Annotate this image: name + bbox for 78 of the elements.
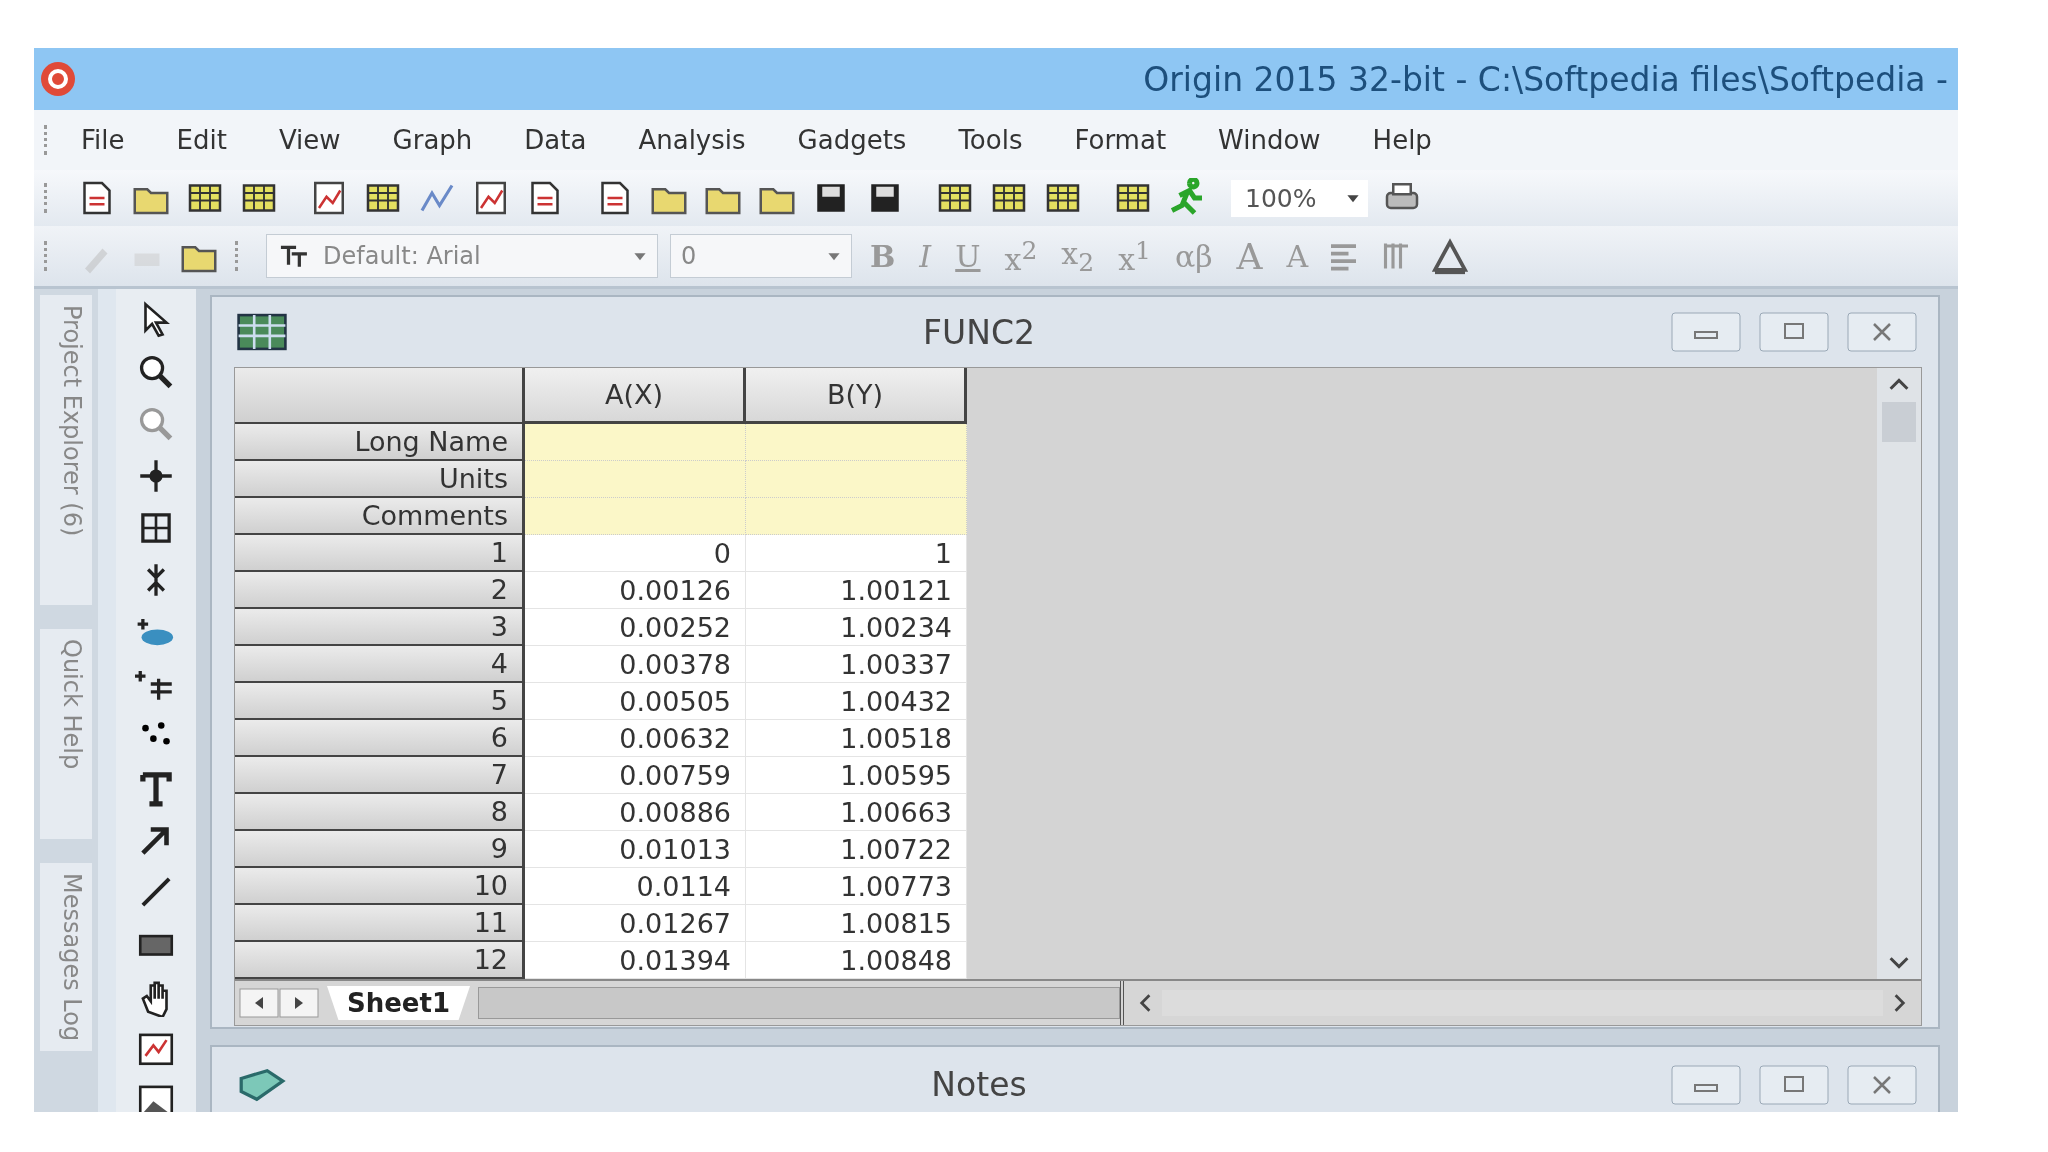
window-title: Origin 2015 32-bit - C:\Softpedia files\Softpedia - [1143, 59, 1948, 99]
table-cell: 1.00815 [746, 905, 967, 942]
label-cell[interactable] [525, 424, 746, 461]
table-cell: 1.00773 [746, 868, 967, 905]
row-header[interactable]: 5 [235, 683, 525, 720]
table-cell: 1.00848 [746, 942, 967, 979]
row-header[interactable]: 11 [235, 905, 525, 942]
label-cell[interactable] [746, 461, 967, 498]
app-logo-icon [38, 59, 78, 99]
window-title: FUNC2 [922, 312, 1036, 352]
label-cell[interactable] [525, 461, 746, 498]
menu-item[interactable]: View [260, 121, 359, 159]
table-cell: 1.00518 [746, 720, 967, 757]
row-header[interactable]: 4 [235, 646, 525, 683]
menu-item[interactable]: Edit [158, 121, 245, 159]
label-cell[interactable] [525, 498, 746, 535]
table-cell: 0.00886 [525, 794, 746, 831]
minimize-button[interactable] [1670, 312, 1742, 352]
window-title: Notes [930, 1065, 1028, 1104]
row-header[interactable]: 3 [235, 609, 525, 646]
row-header[interactable]: 1 [235, 535, 525, 572]
table-cell: 0.01394 [525, 942, 746, 979]
maximize-button[interactable] [1758, 312, 1830, 352]
table-cell: 0.00505 [525, 683, 746, 720]
row-header[interactable]: Long Name [235, 424, 525, 461]
table-cell: 0.00759 [525, 757, 746, 794]
row-header[interactable]: Units [235, 461, 525, 498]
table-cell: 1.00722 [746, 831, 967, 868]
sheet-tab[interactable]: Sheet1 [327, 986, 471, 1020]
menu-item[interactable]: Window [1200, 121, 1339, 159]
menu-item[interactable]: Gadgets [779, 121, 925, 159]
menu-item[interactable]: Format [1056, 121, 1185, 159]
menu-item[interactable]: Analysis [620, 121, 764, 159]
previous-sheet-button[interactable] [239, 988, 279, 1018]
column-header[interactable]: B(Y) [746, 368, 967, 424]
maximize-button[interactable] [1758, 1065, 1830, 1105]
table-cell: 0.00126 [525, 572, 746, 609]
column-header[interactable]: A(X) [525, 368, 746, 424]
row-header[interactable]: 7 [235, 757, 525, 794]
menu-item[interactable]: File [63, 121, 143, 159]
menu-item[interactable]: Data [506, 121, 605, 159]
table-cell: 0.00378 [525, 646, 746, 683]
row-header[interactable]: 2 [235, 572, 525, 609]
table-cell: 1.00663 [746, 794, 967, 831]
label-cell[interactable] [746, 424, 967, 461]
row-header[interactable]: Comments [235, 498, 525, 535]
scroll-right-icon[interactable] [1893, 992, 1907, 1014]
row-header[interactable]: 12 [235, 942, 525, 979]
row-header[interactable]: 9 [235, 831, 525, 868]
table-cell: 0 [525, 535, 746, 572]
table-cell: 1.00234 [746, 609, 967, 646]
table-cell: 0.0114 [525, 868, 746, 905]
next-sheet-button[interactable] [279, 988, 319, 1018]
table-cell: 1.00337 [746, 646, 967, 683]
label-cell[interactable] [746, 498, 967, 535]
close-button[interactable] [1846, 1065, 1918, 1105]
menu-item[interactable]: Tools [940, 121, 1041, 159]
table-cell: 0.01267 [525, 905, 746, 942]
table-cell: 0.01013 [525, 831, 746, 868]
table-cell: 1.00432 [746, 683, 967, 720]
scroll-down-icon[interactable] [1887, 955, 1911, 971]
table-cell: 1.00595 [746, 757, 967, 794]
menu-item[interactable]: Graph [374, 121, 491, 159]
zoom-dropdown[interactable]: 100% [1231, 179, 1369, 217]
table-cell: 1 [746, 535, 967, 572]
table-cell: 0.00632 [525, 720, 746, 757]
table-cell: 0.00252 [525, 609, 746, 646]
row-header[interactable]: 8 [235, 794, 525, 831]
vertical-scrollbar[interactable] [1877, 368, 1921, 979]
worksheet-icon [236, 312, 288, 352]
row-header[interactable]: 10 [235, 868, 525, 905]
row-header[interactable]: 6 [235, 720, 525, 757]
scroll-up-icon[interactable] [1887, 376, 1911, 392]
menu-item[interactable]: Help [1354, 121, 1450, 159]
close-button[interactable] [1846, 312, 1918, 352]
table-cell: 1.00121 [746, 572, 967, 609]
scroll-left-icon[interactable] [1138, 992, 1153, 1014]
minimize-button[interactable] [1670, 1065, 1742, 1105]
